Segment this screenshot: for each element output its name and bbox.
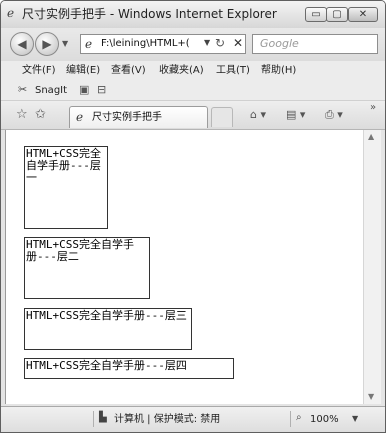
add-favorites-icon[interactable]: ✩: [35, 107, 46, 122]
close-icon: ✕: [358, 9, 368, 20]
maximize-icon: ▢: [332, 9, 342, 20]
refresh-icon[interactable]: ↻: [215, 36, 225, 50]
vertical-scrollbar[interactable]: ▲ ▼: [363, 130, 381, 404]
snagit-button[interactable]: SnagIt: [35, 84, 67, 97]
scroll-down-icon[interactable]: ▼: [368, 392, 374, 401]
tab-bar: ☆ ✩ ℯ 尺寸实例手把手 ⌂ ▾ ▤ ▾ ⎙ ▾ »: [1, 101, 385, 130]
new-tab-button[interactable]: [211, 107, 233, 127]
scroll-up-icon[interactable]: ▲: [368, 132, 374, 141]
ie-page-icon: ℯ: [76, 110, 84, 124]
menu-file[interactable]: 文件(F): [22, 64, 56, 77]
menu-edit[interactable]: 编辑(E): [66, 64, 100, 77]
close-button[interactable]: ✕: [348, 7, 378, 22]
recent-pages-dropdown-icon[interactable]: ▼: [62, 39, 68, 48]
menu-view[interactable]: 查看(V): [111, 64, 146, 77]
tab-title: 尺寸实例手把手: [92, 112, 162, 123]
back-button[interactable]: ◀: [10, 32, 34, 56]
address-input[interactable]: F:\leining\HTML+(: [101, 37, 199, 51]
forward-button[interactable]: ▶: [35, 32, 59, 56]
feeds-icon[interactable]: ▤ ▾: [286, 108, 305, 121]
layer-box-2: HTML+CSS完全自学手册---层二: [24, 237, 150, 299]
ie-logo-icon: ℯ: [7, 6, 15, 20]
stop-icon[interactable]: ✕: [233, 36, 243, 50]
layer-box-1: HTML+CSS完全自学手册---层一: [24, 146, 108, 229]
address-bar[interactable]: ℯ F:\leining\HTML+( ▼ ↻ ✕: [80, 34, 246, 54]
page-content: HTML+CSS完全自学手册---层一 HTML+CSS完全自学手册---层二 …: [5, 130, 363, 404]
status-divider: [290, 411, 291, 427]
snagit-toolbar: ✂ SnagIt ▣ ⊟: [1, 80, 385, 101]
menu-bar: 文件(F) 编辑(E) 查看(V) 收藏夹(A) 工具(T) 帮助(H): [1, 61, 385, 80]
menu-tools[interactable]: 工具(T): [216, 64, 250, 77]
layer-box-3: HTML+CSS完全自学手册---层三: [24, 308, 192, 350]
security-zone[interactable]: 计算机 | 保护模式: 禁用: [114, 413, 220, 426]
snagit-window-icon[interactable]: ⊟: [97, 83, 106, 96]
zoom-icon: ⌕: [296, 412, 302, 423]
zoom-dropdown-icon[interactable]: ▼: [352, 414, 358, 423]
snagit-icon[interactable]: ✂: [18, 83, 27, 96]
address-dropdown-icon[interactable]: ▼: [204, 38, 210, 47]
status-divider: [93, 411, 94, 427]
toolbar-overflow-icon[interactable]: »: [370, 102, 376, 113]
favorites-star-icon[interactable]: ☆: [16, 107, 28, 122]
title-bar[interactable]: ℯ 尺寸实例手把手 - Windows Internet Explorer ▭ …: [1, 1, 385, 28]
snagit-capture-icon[interactable]: ▣: [79, 83, 89, 96]
window-title: 尺寸实例手把手 - Windows Internet Explorer: [22, 7, 277, 21]
print-icon[interactable]: ⎙ ▾: [325, 108, 343, 122]
search-box[interactable]: Google: [252, 34, 378, 54]
maximize-button[interactable]: ▢: [326, 7, 348, 22]
zoom-level[interactable]: 100%: [310, 413, 339, 426]
minimize-button[interactable]: ▭: [305, 7, 327, 22]
search-placeholder: Google: [260, 37, 299, 50]
home-icon[interactable]: ⌂ ▾: [250, 108, 266, 121]
menu-favorites[interactable]: 收藏夹(A): [159, 64, 204, 77]
menu-help[interactable]: 帮助(H): [261, 64, 296, 77]
address-row: ◀ ▶ ▼ ℯ F:\leining\HTML+( ▼ ↻ ✕ Google: [1, 28, 385, 61]
browser-window: ℯ 尺寸实例手把手 - Windows Internet Explorer ▭ …: [0, 0, 386, 433]
tab-active[interactable]: ℯ 尺寸实例手把手: [69, 106, 208, 128]
ie-page-icon: ℯ: [85, 37, 93, 51]
status-bar: ▙ 计算机 | 保护模式: 禁用 ⌕ 100% ▼: [1, 406, 385, 432]
computer-icon: ▙: [99, 412, 107, 423]
layer-box-4: HTML+CSS完全自学手册---层四: [24, 358, 234, 379]
minimize-icon: ▭: [311, 9, 321, 20]
